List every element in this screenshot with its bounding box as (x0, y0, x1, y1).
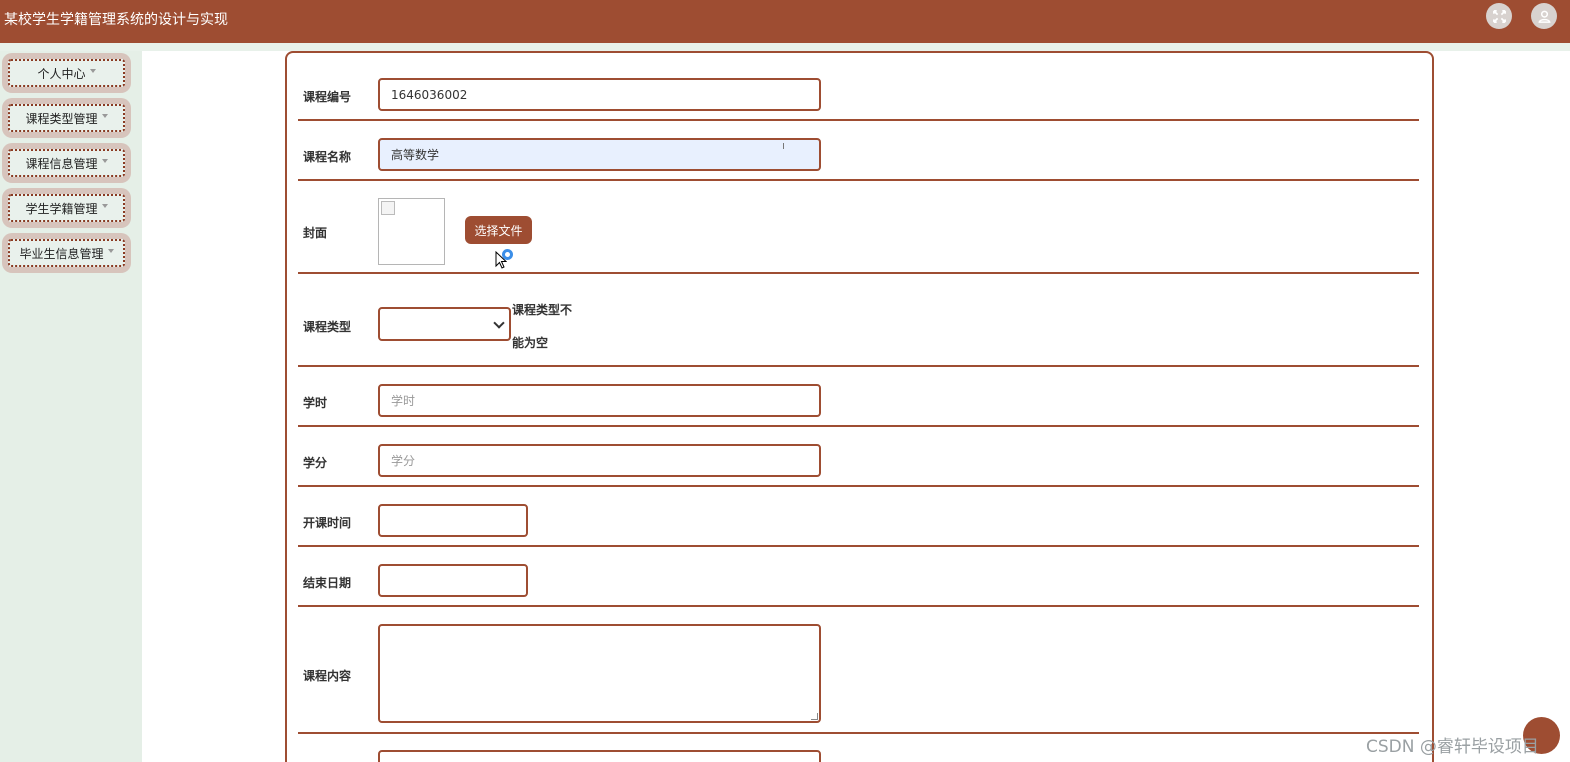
sidebar-item-label: 学生学籍管理 (25, 201, 98, 216)
sidebar-item-graduates[interactable]: 毕业生信息管理 (2, 233, 131, 273)
chevron-down-icon (493, 317, 505, 329)
content-label: 课程内容 (303, 669, 352, 683)
course-type-error-line1: 课程类型不 (512, 303, 573, 317)
caret-down-icon (101, 159, 108, 163)
course-name-input[interactable]: 高等数学 (378, 138, 821, 171)
hours-input[interactable]: 学时 (378, 384, 821, 417)
caret-down-icon (89, 69, 96, 73)
watermark: CSDN @睿轩毕设项目 (1366, 737, 1539, 757)
row-divider (298, 272, 1419, 274)
text-caret (783, 143, 784, 149)
loading-indicator-icon (502, 249, 513, 260)
row-divider (298, 365, 1419, 367)
content-textarea[interactable] (378, 624, 821, 723)
row-divider (298, 605, 1419, 607)
end-date-label: 结束日期 (303, 576, 352, 590)
end-date-input[interactable] (378, 564, 528, 597)
hours-label: 学时 (303, 396, 328, 410)
sidebar-item-student-records[interactable]: 学生学籍管理 (2, 188, 131, 228)
cover-label: 封面 (303, 226, 328, 240)
caret-down-icon (107, 249, 114, 253)
course-code-input[interactable]: 1646036002 (378, 78, 821, 111)
start-time-label: 开课时间 (303, 516, 352, 530)
credits-label: 学分 (303, 456, 328, 470)
broken-image-icon (381, 201, 395, 215)
sidebar-item-label: 课程信息管理 (25, 156, 98, 171)
caret-down-icon (101, 114, 108, 118)
course-code-label: 课程编号 (303, 90, 352, 104)
app-title: 某校学生学籍管理系统的设计与实现 (4, 12, 228, 28)
sidebar-item-course-info[interactable]: 课程信息管理 (2, 143, 131, 183)
user-icon[interactable] (1531, 3, 1557, 29)
resize-grip-icon[interactable] (811, 713, 818, 720)
start-time-input[interactable] (378, 504, 528, 537)
row-divider (298, 179, 1419, 181)
next-field-input[interactable] (378, 750, 821, 762)
sidebar-item-personal-center[interactable]: 个人中心 (2, 53, 131, 93)
sidebar-item-label: 课程类型管理 (25, 111, 98, 126)
fullscreen-icon[interactable] (1486, 3, 1512, 29)
sidebar-item-course-type[interactable]: 课程类型管理 (2, 98, 131, 138)
row-divider (298, 732, 1419, 734)
sidebar-item-label: 个人中心 (37, 66, 86, 81)
credits-input[interactable]: 学分 (378, 444, 821, 477)
row-divider (298, 485, 1419, 487)
top-bar: 某校学生学籍管理系统的设计与实现 (0, 0, 1570, 43)
cover-image-preview (378, 198, 445, 265)
course-name-label: 课程名称 (303, 150, 352, 164)
course-type-select[interactable] (378, 307, 511, 341)
course-type-error-line2: 能为空 (512, 336, 549, 350)
row-divider (298, 545, 1419, 547)
row-divider (298, 119, 1419, 121)
caret-down-icon (101, 204, 108, 208)
choose-file-button[interactable]: 选择文件 (465, 216, 532, 244)
course-type-label: 课程类型 (303, 320, 352, 334)
sidebar-item-label: 毕业生信息管理 (19, 246, 104, 261)
row-divider (298, 425, 1419, 427)
